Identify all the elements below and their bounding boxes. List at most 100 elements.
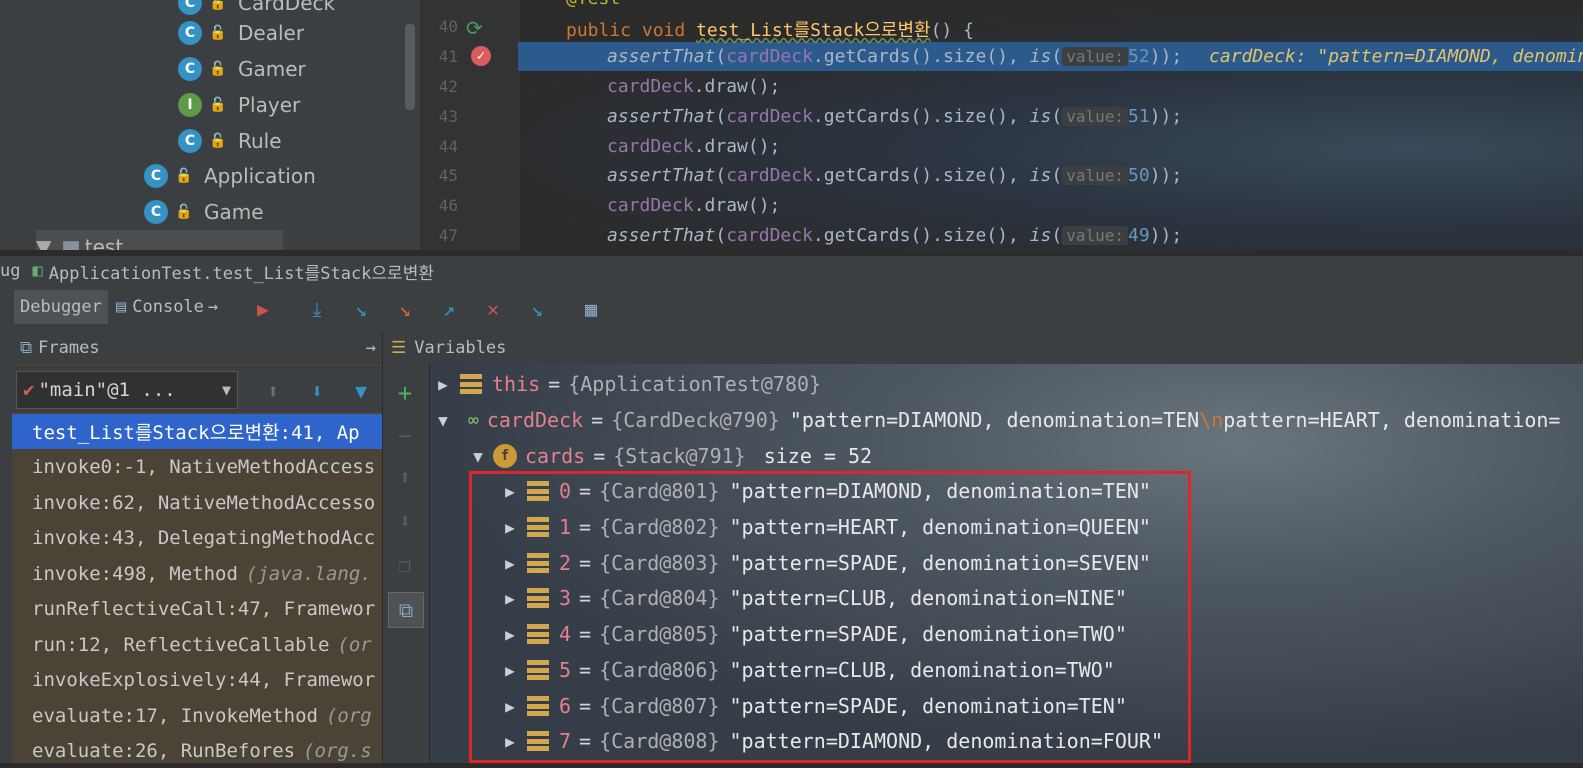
frame-item[interactable]: invoke:62, NativeMethodAccesso [12,485,382,520]
folder-icon: ▆ [63,235,79,250]
field-icon: f [493,444,517,468]
code-field: cardDeck [607,136,694,157]
frame-method: runReflectiveCall:47, Framewor [32,597,376,620]
frame-package: (org.s [303,739,372,762]
line-number: 42 [438,77,458,96]
evaluate-expression-icon[interactable]: ▦ [576,294,606,324]
code-punct: () { [930,20,974,41]
new-watch-icon[interactable]: + [390,378,420,408]
lock-icon: 🔓 [175,168,193,184]
code-method-signature: public void test_List를Stack으로변환() { [566,16,974,42]
arrow-right-icon[interactable]: → [366,338,376,358]
code-chain: .getCards().size(), [812,46,1030,67]
force-step-into-icon[interactable]: ↘ [390,294,420,324]
chevron-down-icon[interactable]: ▼ [465,447,491,466]
frame-item[interactable]: invoke0:-1, NativeMethodAccess [12,449,382,484]
thread-select[interactable]: ✔ "main"@1 ... ▼ [16,371,238,409]
variable-carddeck[interactable]: ▼ ∞ cardDeck = {CardDeck@790} "pattern=D… [430,403,1560,437]
code-line-42: cardDeck.draw(); [607,76,780,97]
frame-item[interactable]: invokeExplosively:44, Framewor [12,662,382,697]
param-hint: value: [1062,47,1128,66]
variable-cards[interactable]: ▼ f cards = {Stack@791} size = 52 [465,439,872,473]
frames-label: Frames [38,338,100,358]
lock-icon: 🔓 [175,204,193,220]
code-chain: .draw(); [693,136,781,157]
variable-this[interactable]: ▶ this = {ApplicationTest@780} [430,367,821,401]
variable-size: size = 52 [763,444,873,468]
frame-item[interactable]: runReflectiveCall:47, Framewor [12,591,382,626]
show-watches-icon[interactable]: ⧉ [388,592,424,628]
frames-icon: ⧉ [20,338,33,358]
tree-item-dealer[interactable]: C 🔓 Dealer [178,16,304,50]
debug-session-title[interactable]: ApplicationTest.test_List를Stack으로변환 [49,259,434,284]
debug-title-prefix: ug [0,261,21,281]
code-punct: )); [1149,106,1183,127]
frame-item[interactable]: invoke:43, DelegatingMethodAcc [12,520,382,555]
code-line-41: assertThat(cardDeck.getCards().size(), i… [607,46,1583,67]
chevron-right-icon[interactable]: ▶ [430,375,456,394]
arrow-right-icon: → [207,297,219,317]
code-number: 50 [1128,165,1150,186]
code-annotation: @Test [566,0,620,9]
show-execution-point-icon[interactable]: ▶ [248,294,278,324]
copy-watch-icon[interactable]: ❐ [390,550,420,580]
code-punct: )); [1149,46,1183,67]
tree-item-player[interactable]: I 🔓 Player [178,88,300,122]
tree-item-rule[interactable]: C 🔓 Rule [178,124,282,158]
frame-method: test_List를Stack으로변환:41, Ap [32,422,360,444]
inline-debug-value: cardDeck: "pattern=DIAMOND, denomination… [1209,46,1583,67]
step-over-icon[interactable]: ⤓ [302,294,332,324]
tree-item-label: Game [204,200,264,224]
code-call: is [1029,225,1052,246]
debug-tool-window-title: ug ◧ ApplicationTest.test_List를Stack으로변환 [0,255,1583,286]
step-into-icon[interactable]: ↘ [346,294,376,324]
variable-name: cardDeck [486,408,584,432]
tree-item-application[interactable]: C 🔓 Application [144,159,316,193]
code-number: 51 [1128,106,1150,127]
tab-console[interactable]: ▤ Console → [110,290,224,324]
frame-item[interactable]: run:12, ReflectiveCallable (or [12,627,382,662]
frame-item[interactable]: test_List를Stack으로변환:41, Ap [12,414,382,449]
frame-down-icon[interactable]: ⬇ [302,376,332,406]
project-tree: C 🔓 CardDeck C 🔓 Dealer C 🔓 Gamer I 🔓 Player… [0,0,420,250]
code-punct: )); [1149,165,1183,186]
code-chain: .draw(); [693,76,781,97]
thread-label: "main"@1 ... [38,379,176,401]
param-hint: value: [1062,107,1128,126]
move-up-icon[interactable]: ⬆ [390,462,420,492]
frame-item[interactable]: invoke:498, Method (java.lang. [12,556,382,591]
tree-item-test[interactable]: ▼ ▆ test [36,230,284,250]
frame-method: invoke:498, Method [32,562,238,585]
frame-package: (java.lang. [245,562,372,585]
remove-watch-icon[interactable]: — [390,420,420,450]
drop-frame-icon[interactable]: ✕ [478,294,508,324]
line-number: 43 [438,107,458,126]
chevron-down-icon[interactable]: ▼ [430,411,456,430]
frame-up-icon[interactable]: ⬆ [258,376,288,406]
left-tool-strip [0,286,12,763]
variables-icon: ☰ [391,338,407,358]
escape-sequence: \n [1199,408,1224,432]
code-punct: )); [1149,225,1183,246]
variable-string: "pattern=DIAMOND, denomination=TEN [789,408,1200,432]
chevron-down-icon: ▼ [36,235,52,250]
debug-config-icon: ◧ [32,261,43,281]
step-out-icon[interactable]: ↗ [434,294,464,324]
tree-item-gamer[interactable]: C 🔓 Gamer [178,52,306,86]
variable-value: {Stack@791} [613,444,746,468]
run-test-icon[interactable]: ⟳ [466,16,483,40]
breakpoint-icon[interactable]: ✓ [471,46,491,66]
frame-item[interactable]: evaluate:17, InvokeMethod (org [12,698,382,733]
code-field: cardDeck [726,225,813,246]
variables-label: Variables [414,338,507,358]
tab-debugger[interactable]: Debugger [14,290,108,324]
tree-scrollbar[interactable] [405,24,415,110]
code-call: assertThat [607,46,716,67]
run-to-cursor-icon[interactable]: ↘ [522,294,552,324]
tree-item-game[interactable]: C 🔓 Game [144,195,264,229]
code-call: assertThat [607,165,716,186]
filter-icon[interactable]: ▼ [346,376,376,406]
move-down-icon[interactable]: ⬇ [390,506,420,536]
tree-item-label: Dealer [238,21,305,45]
lock-icon: 🔓 [209,97,227,113]
